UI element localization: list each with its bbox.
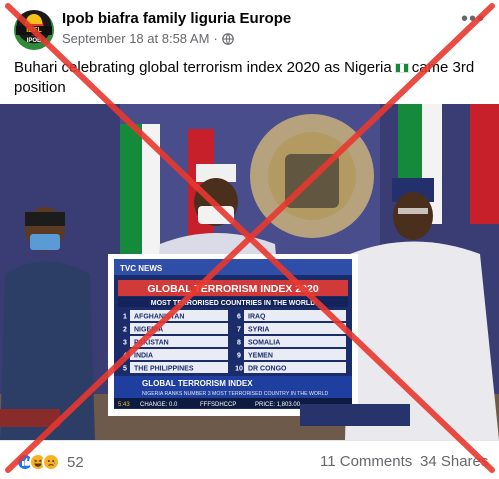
rank-country: YEMEN bbox=[248, 353, 273, 360]
page-avatar[interactable]: IBFL IPOB bbox=[14, 10, 54, 50]
board-lower-sub: NIGERIA RANKS NUMBER 3 MOST TERRORISED C… bbox=[142, 391, 329, 397]
post-footer: 52 11 Comments 34 Shares bbox=[0, 440, 499, 479]
more-options-button[interactable]: ••• bbox=[458, 6, 488, 32]
post-photo[interactable]: TVC NEWS GLOBAL TERRORISM INDEX 2020 MOS… bbox=[0, 104, 499, 440]
post-timestamp[interactable]: September 18 at 8:58 AM bbox=[62, 31, 209, 46]
avatar-text-bottom: IPOB bbox=[26, 38, 42, 44]
more-icon: ••• bbox=[460, 7, 485, 30]
right-rank-list: 6 IRAQ 7 SYRIA 8 SOMALIA 9 YEMEN 10 DR CONGO bbox=[234, 310, 346, 373]
board-channel: TVC NEWS bbox=[120, 264, 163, 273]
reaction-count: 52 bbox=[67, 453, 84, 471]
rising-sun-icon bbox=[26, 14, 42, 24]
rank-number: 3 bbox=[123, 340, 127, 347]
rank-country: SYRIA bbox=[248, 327, 269, 334]
rank-country: INDIA bbox=[134, 353, 153, 360]
rank-number: 1 bbox=[123, 314, 127, 321]
rank-number: 10 bbox=[235, 366, 243, 373]
reaction-summary[interactable]: 52 bbox=[16, 453, 84, 471]
page-name-link[interactable]: Ipob biafra family liguria Europe bbox=[62, 10, 291, 27]
rank-country: SOMALIA bbox=[248, 340, 280, 347]
post-caption: Buhari celebrating global terrorism inde… bbox=[14, 58, 486, 98]
meta-separator: · bbox=[213, 31, 218, 46]
sad-reaction-icon bbox=[42, 453, 60, 471]
rank-number: 7 bbox=[237, 327, 241, 334]
rank-country: PAKISTAN bbox=[134, 340, 169, 347]
board-lower-title: GLOBAL TERRORISM INDEX bbox=[142, 379, 253, 388]
rank-number: 8 bbox=[237, 340, 241, 347]
post-meta: September 18 at 8:58 AM · bbox=[62, 31, 234, 46]
avatar-text-top: IBFL bbox=[16, 26, 52, 35]
comments-link[interactable]: 11 Comments bbox=[320, 453, 412, 470]
rank-country: DR CONGO bbox=[248, 366, 287, 373]
rank-country: THE PHILIPPINES bbox=[134, 366, 194, 373]
ticker-c: PRICE: 1,803.00 bbox=[255, 402, 301, 408]
nigeria-flag-icon bbox=[394, 63, 409, 73]
rank-number: 9 bbox=[237, 353, 241, 360]
rank-number: 6 bbox=[237, 314, 241, 321]
photo-scene: TVC NEWS GLOBAL TERRORISM INDEX 2020 MOS… bbox=[0, 104, 499, 440]
rank-number: 5 bbox=[123, 366, 127, 373]
ticker-b: FFFSDHCCP bbox=[200, 402, 236, 408]
board-title: GLOBAL TERRORISM INDEX 2020 bbox=[147, 283, 318, 295]
ticker-a: CHANGE: 0.0 bbox=[140, 402, 178, 408]
globe-icon bbox=[221, 32, 234, 45]
ticker-time: 5:43 bbox=[118, 402, 130, 408]
board-subtitle: MOST TERRORISED COUNTRIES IN THE WORLD bbox=[151, 300, 316, 307]
rank-country: IRAQ bbox=[248, 314, 266, 321]
rank-number: 2 bbox=[123, 327, 127, 334]
rank-number: 4 bbox=[123, 353, 127, 360]
left-rank-list: 1 AFGHANISTAN 2 NIGERIA 3 PAKISTAN 4 INDIA 5 THE … bbox=[120, 310, 228, 373]
shares-link[interactable]: 34 Shares bbox=[420, 453, 488, 470]
rank-country: NIGERIA bbox=[134, 327, 163, 334]
caption-text-1: Buhari celebrating global terrorism inde… bbox=[14, 59, 392, 76]
post-header: IBFL IPOB Ipob biafra family liguria Eur… bbox=[0, 0, 499, 52]
rank-country: AFGHANISTAN bbox=[134, 314, 184, 321]
